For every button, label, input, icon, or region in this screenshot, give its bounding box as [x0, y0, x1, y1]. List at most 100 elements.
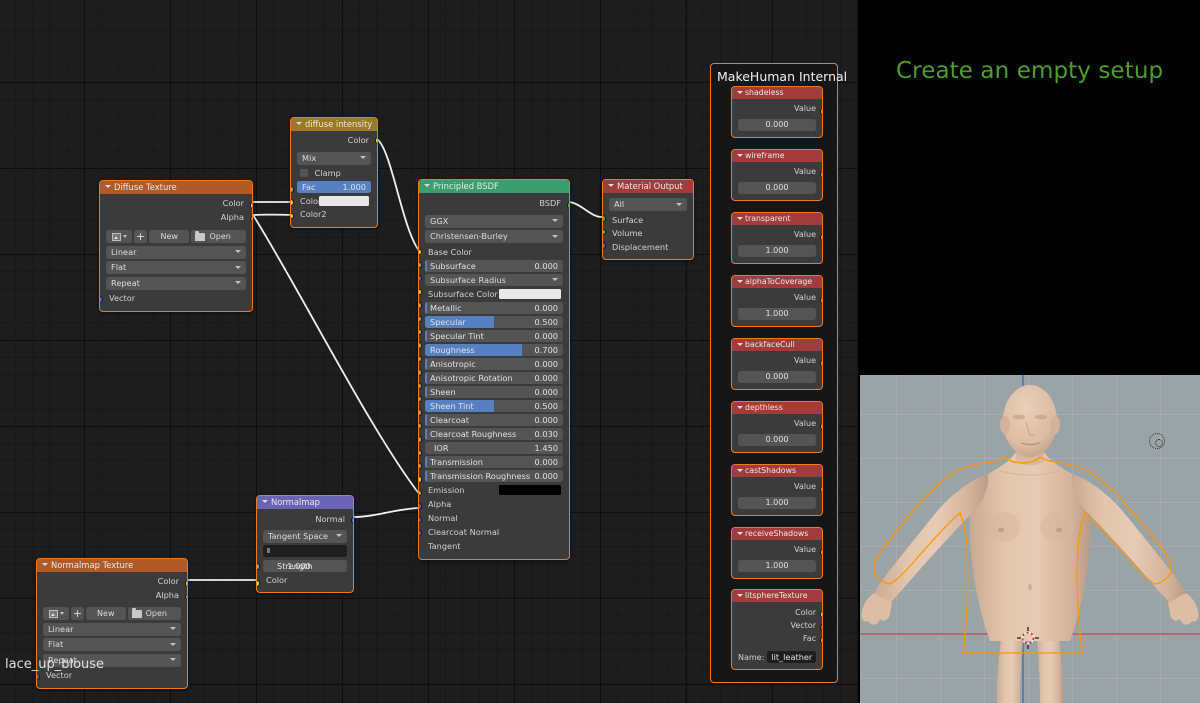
bsdf-input-socket[interactable] — [419, 476, 422, 483]
viewport-3d[interactable] — [860, 375, 1200, 703]
node-header[interactable]: Material Output — [603, 180, 693, 193]
node-principled-bsdf[interactable]: Principled BSDF BSDF GGX Christensen-Bur… — [418, 179, 570, 560]
collapse-triangle-icon[interactable] — [737, 153, 743, 157]
socket-vector-out[interactable] — [819, 624, 822, 631]
projection-dropdown[interactable]: Flat — [43, 638, 181, 651]
bsdf-prop-slider[interactable]: Specular Tint 0.000 — [425, 329, 563, 342]
node-depthless[interactable]: depthless Value 0.000 — [731, 401, 823, 453]
value-field[interactable]: 0.000 — [738, 371, 816, 383]
socket-value-out[interactable] — [819, 360, 822, 367]
socket-color-out[interactable] — [374, 137, 377, 144]
node-backfacecull[interactable]: backfaceCull Value 0.000 — [731, 338, 823, 390]
node-editor-canvas[interactable]: Diffuse Texture Color Alpha + New Open L… — [0, 0, 858, 703]
extension-dropdown[interactable]: Repeat — [106, 276, 246, 290]
projection-dropdown[interactable]: Flat — [106, 261, 246, 274]
node-transparent[interactable]: transparent Value 1.000 — [731, 212, 823, 264]
open-image-button[interactable]: Open — [191, 230, 246, 243]
node-header[interactable]: diffuse intensity — [291, 118, 377, 131]
node-header[interactable]: transparent — [732, 213, 822, 225]
socket-vector-in[interactable] — [37, 673, 40, 680]
bsdf-input-socket[interactable] — [419, 342, 422, 349]
value-field[interactable]: 1.000 — [738, 497, 816, 509]
bsdf-prop-slider[interactable]: Roughness 0.700 — [425, 343, 563, 356]
node-diffuse-intensity[interactable]: diffuse intensity Color Mix Clamp Fac 1.… — [290, 117, 378, 228]
value-field[interactable]: 1.000 — [738, 560, 816, 572]
socket-normal-out[interactable] — [350, 517, 353, 524]
bsdf-input-socket[interactable] — [419, 503, 422, 510]
bsdf-input-socket[interactable] — [419, 516, 422, 523]
socket-value-out[interactable] — [819, 234, 822, 241]
node-header[interactable]: Diffuse Texture — [100, 181, 252, 194]
node-header[interactable]: alphaToCoverage — [732, 276, 822, 288]
target-dropdown[interactable]: All — [609, 198, 687, 211]
node-diffuse-texture[interactable]: Diffuse Texture Color Alpha + New Open L… — [99, 180, 253, 312]
new-image-button[interactable]: New — [149, 230, 190, 243]
collapse-triangle-icon[interactable] — [737, 279, 743, 283]
socket-fac-in[interactable] — [291, 186, 294, 193]
collapse-triangle-icon[interactable] — [737, 468, 743, 472]
frame-makehuman-internal[interactable]: MakeHuman Internal shadeless Value 0.000 wi… — [710, 63, 847, 683]
bsdf-input-socket[interactable] — [419, 449, 422, 456]
bsdf-input-socket[interactable] — [419, 436, 422, 443]
collapse-triangle-icon[interactable] — [262, 500, 268, 503]
node-header[interactable]: shadeless — [732, 87, 822, 99]
image-datablock-bar[interactable]: + New Open — [106, 230, 246, 243]
color2-row[interactable]: Color2 — [297, 208, 371, 220]
collapse-triangle-icon[interactable] — [737, 531, 743, 535]
open-image-button[interactable]: Open — [127, 607, 181, 620]
value-field[interactable]: 0.000 — [738, 434, 816, 446]
node-receiveshadows[interactable]: receiveShadows Value 1.000 — [731, 527, 823, 579]
node-header[interactable]: Principled BSDF — [419, 180, 569, 193]
bsdf-input-socket[interactable] — [419, 302, 422, 309]
socket-value-out[interactable] — [819, 171, 822, 178]
bsdf-prop-slider[interactable]: Anisotropic 0.000 — [425, 357, 563, 370]
socket-bsdf-out[interactable] — [566, 202, 569, 209]
value-field[interactable]: 0.000 — [738, 119, 816, 131]
bsdf-input-socket[interactable] — [419, 248, 422, 255]
bsdf-input-socket[interactable] — [419, 355, 422, 363]
strength-slider[interactable]: Strength 1.000 — [263, 559, 347, 572]
collapse-triangle-icon[interactable] — [424, 184, 430, 187]
clamp-checkbox-row[interactable]: Clamp — [297, 167, 371, 179]
blend-mode-dropdown[interactable]: Mix — [297, 151, 371, 165]
node-material-output[interactable]: Material Output All Surface Volume Displ… — [602, 179, 694, 260]
socket-surface-in[interactable] — [603, 215, 606, 222]
node-normalmap[interactable]: Normalmap Normal Tangent Space Strength … — [256, 495, 354, 593]
socket-fac-out[interactable] — [819, 637, 822, 644]
bsdf-color-swatch[interactable] — [499, 289, 561, 299]
collapse-triangle-icon[interactable] — [737, 405, 743, 409]
bsdf-prop-dropdown[interactable]: Subsurface Radius — [425, 273, 563, 286]
color1-swatch[interactable] — [319, 195, 369, 206]
socket-value-out[interactable] — [819, 486, 822, 493]
fac-slider[interactable]: Fac 1.000 — [297, 180, 371, 193]
socket-vector-in[interactable] — [100, 296, 103, 303]
new-image-button[interactable]: New — [86, 607, 126, 620]
bsdf-prop-slider[interactable]: Subsurface 0.000 — [425, 259, 563, 272]
socket-color-out[interactable] — [249, 202, 252, 209]
collapse-triangle-icon[interactable] — [105, 185, 111, 188]
collapse-triangle-icon[interactable] — [42, 563, 48, 566]
node-header[interactable]: receiveShadows — [732, 528, 822, 540]
bsdf-prop-slider[interactable]: Clearcoat Roughness 0.030 — [425, 427, 563, 440]
bsdf-input-socket[interactable] — [419, 275, 422, 282]
node-alphatocoverage[interactable]: alphaToCoverage Value 1.000 — [731, 275, 823, 327]
color1-row[interactable]: Color1 — [297, 195, 371, 207]
bsdf-prop-slider[interactable]: Specular 0.500 — [425, 315, 563, 328]
value-field[interactable]: 1.000 — [738, 308, 816, 320]
node-header[interactable]: Normalmap — [257, 496, 353, 509]
clamp-checkbox[interactable] — [300, 169, 308, 177]
node-header[interactable]: wireframe — [732, 150, 822, 162]
new-image-plus-button[interactable]: + — [71, 607, 84, 620]
bsdf-prop-color[interactable]: Subsurface Color — [425, 288, 563, 301]
bsdf-input-socket[interactable] — [419, 409, 422, 416]
litsphere-name-field[interactable]: lit_leather — [767, 651, 816, 663]
subsurface-method-dropdown[interactable]: Christensen-Burley — [425, 230, 563, 243]
node-header[interactable]: backfaceCull — [732, 339, 822, 351]
socket-displacement-in[interactable] — [603, 242, 606, 249]
socket-color-out[interactable] — [819, 611, 822, 618]
bsdf-prop-color[interactable]: Emission — [425, 484, 563, 497]
bsdf-prop-slider[interactable]: Clearcoat 0.000 — [425, 413, 563, 426]
bsdf-input-socket[interactable] — [419, 422, 422, 430]
human-figure[interactable] — [860, 375, 1200, 703]
bsdf-prop-slider[interactable]: Transmission Roughness 0.000 — [425, 469, 563, 482]
